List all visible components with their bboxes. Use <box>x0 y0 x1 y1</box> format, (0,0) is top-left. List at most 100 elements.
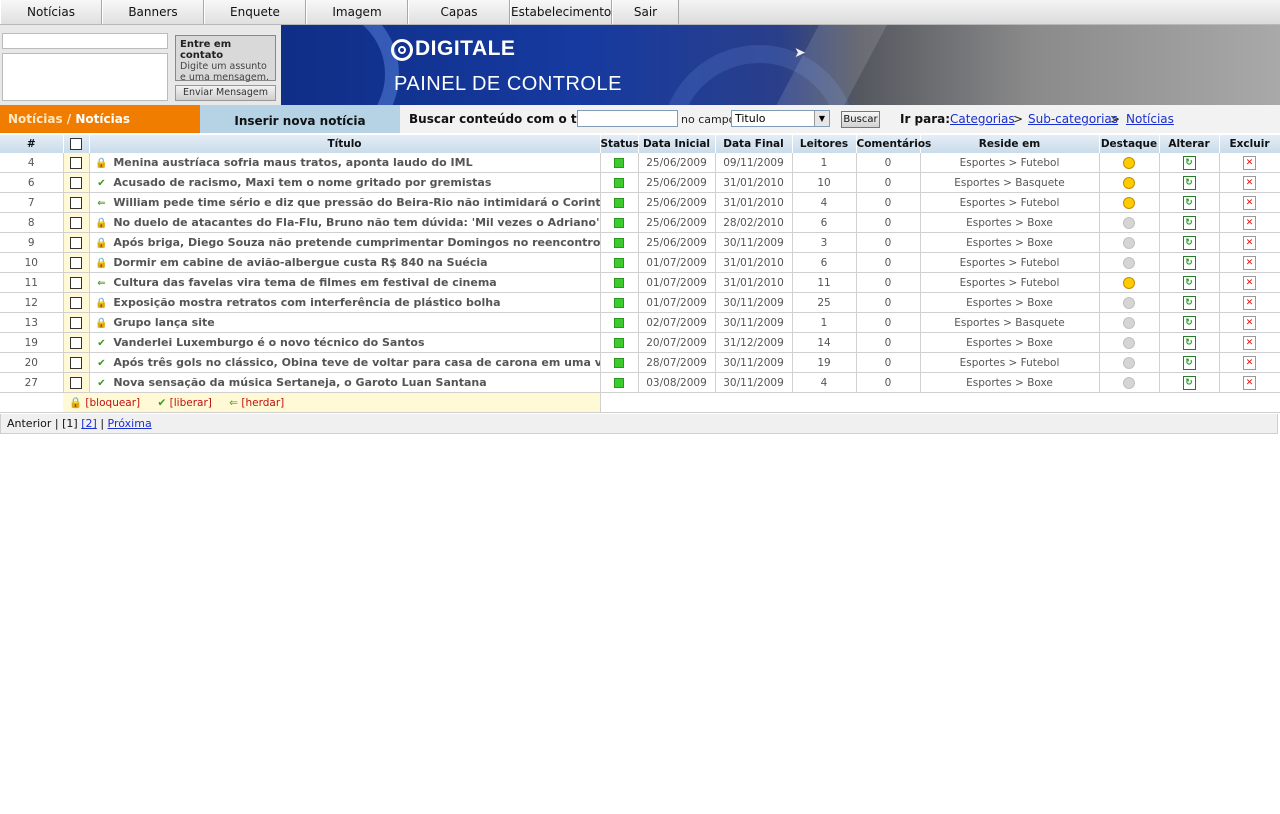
row-select[interactable] <box>63 352 90 373</box>
row-featured[interactable] <box>1099 153 1160 173</box>
nav-noticias[interactable]: Notícias <box>0 0 102 24</box>
edit-icon[interactable]: ↻ <box>1182 275 1196 290</box>
row-comments[interactable]: 0 <box>856 192 921 213</box>
row-checkbox[interactable] <box>70 356 82 369</box>
row-title[interactable]: Nova sensação da música Sertaneja, o Gar… <box>113 376 486 389</box>
col-title[interactable]: Título <box>89 135 601 153</box>
delete-icon[interactable]: ✕ <box>1243 355 1256 370</box>
delete-icon[interactable]: ✕ <box>1243 175 1256 190</box>
row-featured[interactable] <box>1099 372 1160 393</box>
row-featured[interactable] <box>1099 312 1160 333</box>
row-comments[interactable]: 0 <box>856 332 921 353</box>
row-featured[interactable] <box>1099 292 1160 313</box>
insert-news-button[interactable]: Inserir nova notícia <box>200 105 400 133</box>
row-comments[interactable]: 0 <box>856 352 921 373</box>
col-start-date[interactable]: Data Inicial <box>638 135 716 153</box>
row-comments[interactable]: 0 <box>856 172 921 193</box>
featured-dot-icon[interactable] <box>1123 336 1135 349</box>
col-featured[interactable]: Destaque <box>1099 135 1160 153</box>
featured-dot-icon[interactable] <box>1123 156 1135 169</box>
row-select[interactable] <box>63 312 90 333</box>
check-icon[interactable]: ✔ <box>94 178 110 189</box>
featured-dot-icon[interactable] <box>1123 176 1135 189</box>
row-checkbox[interactable] <box>70 296 82 309</box>
featured-dot-icon[interactable] <box>1123 236 1135 249</box>
row-featured[interactable] <box>1099 172 1160 193</box>
row-delete[interactable]: ✕ <box>1219 292 1280 313</box>
featured-dot-icon[interactable] <box>1123 216 1135 229</box>
row-delete[interactable]: ✕ <box>1219 232 1280 253</box>
contact-message-textarea[interactable] <box>2 53 168 101</box>
lock-icon[interactable]: 🔒 <box>94 218 110 229</box>
row-featured[interactable] <box>1099 332 1160 353</box>
row-delete[interactable]: ✕ <box>1219 352 1280 373</box>
col-section[interactable]: Reside em <box>920 135 1100 153</box>
featured-dot-icon[interactable] <box>1123 256 1135 269</box>
check-icon[interactable]: ✔ <box>94 378 110 389</box>
row-delete[interactable]: ✕ <box>1219 312 1280 333</box>
row-title[interactable]: Vanderlei Luxemburgo é o novo técnico do… <box>113 336 424 349</box>
lock-icon[interactable]: 🔒 <box>94 298 110 309</box>
edit-icon[interactable]: ↻ <box>1182 295 1196 310</box>
arrow-left-icon[interactable]: ⇐ <box>94 278 110 289</box>
featured-dot-icon[interactable] <box>1123 376 1135 389</box>
legend-arrow[interactable]: ⇐ [herdar] <box>229 397 284 409</box>
check-icon[interactable]: ✔ <box>94 358 110 369</box>
edit-icon[interactable]: ↻ <box>1182 175 1196 190</box>
row-select[interactable] <box>63 153 90 173</box>
row-title[interactable]: Após três gols no clássico, Obina teve d… <box>113 356 599 369</box>
row-edit[interactable]: ↻ <box>1159 272 1220 293</box>
col-end-date[interactable]: Data Final <box>715 135 793 153</box>
row-title[interactable]: Após briga, Diego Souza não pretende cum… <box>113 236 599 249</box>
col-id[interactable]: # <box>0 135 64 153</box>
lock-icon[interactable]: 🔒 <box>94 318 110 329</box>
row-checkbox[interactable] <box>70 196 82 209</box>
featured-dot-icon[interactable] <box>1123 296 1135 309</box>
row-edit[interactable]: ↻ <box>1159 372 1220 393</box>
row-checkbox[interactable] <box>70 236 82 249</box>
row-checkbox[interactable] <box>70 256 82 269</box>
row-edit[interactable]: ↻ <box>1159 172 1220 193</box>
row-select[interactable] <box>63 252 90 273</box>
row-select[interactable] <box>63 292 90 313</box>
legend-check[interactable]: ✔ [liberar] <box>158 397 212 409</box>
edit-icon[interactable]: ↻ <box>1182 255 1196 270</box>
breadcrumb-section[interactable]: Notícias <box>8 112 63 126</box>
row-comments[interactable]: 0 <box>856 292 921 313</box>
row-delete[interactable]: ✕ <box>1219 192 1280 213</box>
featured-dot-icon[interactable] <box>1123 316 1135 329</box>
send-message-button[interactable]: Enviar Mensagem <box>175 85 276 101</box>
row-title[interactable]: No duelo de atacantes do Fla-Flu, Bruno … <box>113 216 599 229</box>
delete-icon[interactable]: ✕ <box>1243 155 1256 170</box>
arrow-left-icon[interactable]: ⇐ <box>94 198 110 209</box>
contact-subject-input[interactable] <box>2 33 168 49</box>
edit-icon[interactable]: ↻ <box>1182 215 1196 230</box>
edit-icon[interactable]: ↻ <box>1182 315 1196 330</box>
row-edit[interactable]: ↻ <box>1159 232 1220 253</box>
row-comments[interactable]: 0 <box>856 372 921 393</box>
row-checkbox[interactable] <box>70 216 82 229</box>
row-select[interactable] <box>63 372 90 393</box>
row-comments[interactable]: 0 <box>856 212 921 233</box>
delete-icon[interactable]: ✕ <box>1243 255 1256 270</box>
col-readers[interactable]: Leitores <box>792 135 857 153</box>
row-comments[interactable]: 0 <box>856 312 921 333</box>
delete-icon[interactable]: ✕ <box>1243 275 1256 290</box>
row-title[interactable]: Dormir em cabine de avião-albergue custa… <box>113 256 487 269</box>
row-delete[interactable]: ✕ <box>1219 153 1280 173</box>
col-select-all[interactable] <box>63 135 90 153</box>
col-status[interactable]: Status <box>600 135 639 153</box>
search-input[interactable] <box>577 110 678 127</box>
delete-icon[interactable]: ✕ <box>1243 335 1256 350</box>
row-select[interactable] <box>63 212 90 233</box>
edit-icon[interactable]: ↻ <box>1182 235 1196 250</box>
row-delete[interactable]: ✕ <box>1219 272 1280 293</box>
row-comments[interactable]: 0 <box>856 153 921 173</box>
row-edit[interactable]: ↻ <box>1159 292 1220 313</box>
row-delete[interactable]: ✕ <box>1219 332 1280 353</box>
edit-icon[interactable]: ↻ <box>1182 375 1196 390</box>
edit-icon[interactable]: ↻ <box>1182 355 1196 370</box>
row-checkbox[interactable] <box>70 316 82 329</box>
row-title[interactable]: Exposição mostra retratos com interferên… <box>113 296 500 309</box>
row-select[interactable] <box>63 272 90 293</box>
